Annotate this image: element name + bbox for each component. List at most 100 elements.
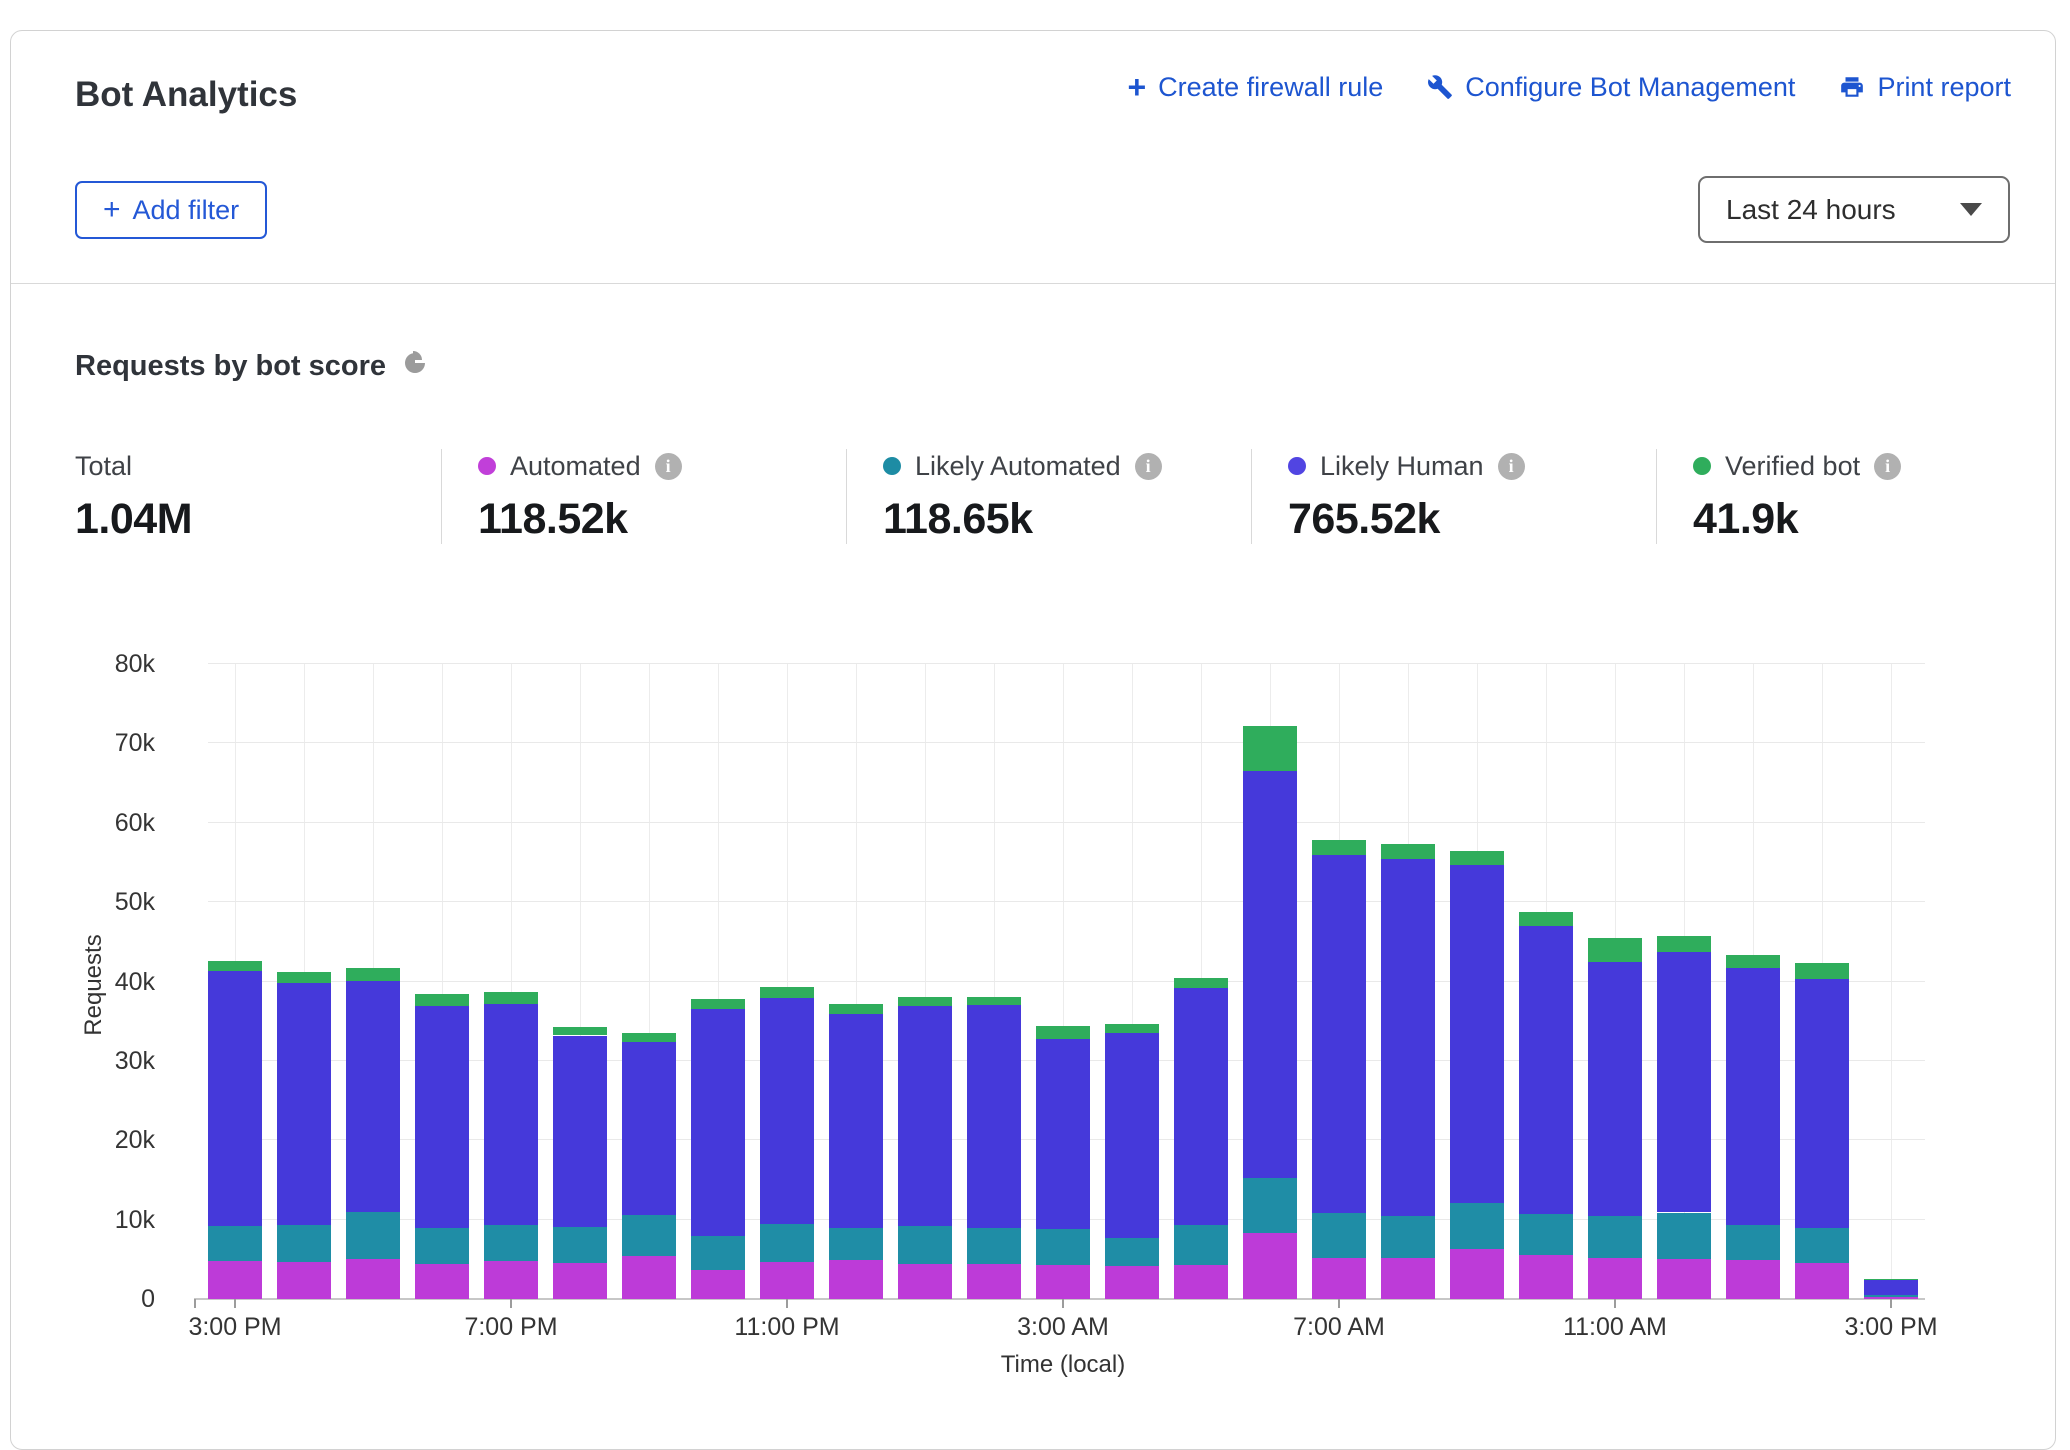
bar-segment-likely-human[interactable] xyxy=(1726,968,1780,1225)
bar-segment-likely-automated[interactable] xyxy=(1036,1229,1090,1265)
bar-segment-automated[interactable] xyxy=(1450,1249,1504,1299)
bar-segment-automated[interactable] xyxy=(1381,1258,1435,1299)
bar-segment-likely-human[interactable] xyxy=(415,1006,469,1227)
bar-segment-automated[interactable] xyxy=(1312,1258,1366,1299)
bar-segment-verified-bot[interactable] xyxy=(1657,936,1711,952)
bar-segment-verified-bot[interactable] xyxy=(1450,851,1504,865)
bar-segment-likely-human[interactable] xyxy=(1243,771,1297,1177)
bar-segment-likely-human[interactable] xyxy=(622,1042,676,1215)
bar-segment-automated[interactable] xyxy=(829,1260,883,1299)
bar-segment-likely-human[interactable] xyxy=(484,1004,538,1225)
bar-segment-verified-bot[interactable] xyxy=(1243,726,1297,771)
bar-segment-automated[interactable] xyxy=(1726,1260,1780,1299)
bar-segment-verified-bot[interactable] xyxy=(415,994,469,1006)
bar-segment-automated[interactable] xyxy=(1243,1233,1297,1299)
bar-segment-likely-automated[interactable] xyxy=(208,1226,262,1261)
bar-segment-likely-human[interactable] xyxy=(346,981,400,1212)
bar-segment-verified-bot[interactable] xyxy=(1864,1279,1918,1280)
bar-segment-likely-automated[interactable] xyxy=(1312,1213,1366,1257)
bar-segment-verified-bot[interactable] xyxy=(277,972,331,983)
bar-segment-automated[interactable] xyxy=(622,1256,676,1299)
bar-segment-verified-bot[interactable] xyxy=(622,1033,676,1042)
bar-segment-automated[interactable] xyxy=(277,1262,331,1299)
bar-segment-automated[interactable] xyxy=(415,1264,469,1299)
bar-segment-verified-bot[interactable] xyxy=(829,1004,883,1014)
bar-segment-likely-automated[interactable] xyxy=(760,1224,814,1261)
bar-segment-verified-bot[interactable] xyxy=(967,997,1021,1005)
bar-segment-likely-human[interactable] xyxy=(691,1009,745,1236)
info-icon[interactable]: i xyxy=(655,453,682,480)
bar-segment-likely-automated[interactable] xyxy=(622,1215,676,1256)
bar-segment-likely-automated[interactable] xyxy=(1450,1203,1504,1249)
bar-segment-likely-automated[interactable] xyxy=(1864,1295,1918,1297)
bar-segment-likely-automated[interactable] xyxy=(553,1227,607,1264)
bar-segment-automated[interactable] xyxy=(553,1263,607,1299)
bar-segment-likely-human[interactable] xyxy=(1657,952,1711,1212)
print-report-link[interactable]: Print report xyxy=(1839,72,2011,103)
bar-segment-likely-automated[interactable] xyxy=(967,1228,1021,1264)
bar-segment-automated[interactable] xyxy=(967,1264,1021,1299)
bar-segment-likely-human[interactable] xyxy=(208,971,262,1226)
bar-segment-likely-human[interactable] xyxy=(1174,988,1228,1225)
bar-segment-likely-automated[interactable] xyxy=(1588,1216,1642,1258)
bar-segment-automated[interactable] xyxy=(208,1261,262,1299)
bar-segment-automated[interactable] xyxy=(1174,1265,1228,1299)
info-icon[interactable]: i xyxy=(1874,453,1901,480)
bar-segment-verified-bot[interactable] xyxy=(1174,978,1228,988)
bar-segment-verified-bot[interactable] xyxy=(1381,844,1435,859)
bar-segment-likely-automated[interactable] xyxy=(898,1226,952,1264)
bar-segment-likely-automated[interactable] xyxy=(346,1212,400,1259)
bar-segment-likely-automated[interactable] xyxy=(1174,1225,1228,1265)
bar-segment-likely-automated[interactable] xyxy=(1381,1216,1435,1257)
bar-segment-likely-human[interactable] xyxy=(1450,865,1504,1203)
bar-segment-likely-automated[interactable] xyxy=(829,1228,883,1261)
time-range-select[interactable]: Last 24 hours xyxy=(1698,176,2010,243)
bar-segment-likely-human[interactable] xyxy=(1036,1039,1090,1229)
bar-segment-likely-automated[interactable] xyxy=(1657,1213,1711,1259)
bar-segment-likely-human[interactable] xyxy=(967,1005,1021,1228)
bar-segment-verified-bot[interactable] xyxy=(691,999,745,1009)
bar-segment-automated[interactable] xyxy=(1795,1263,1849,1299)
bar-segment-likely-automated[interactable] xyxy=(415,1228,469,1265)
bar-segment-likely-human[interactable] xyxy=(1105,1033,1159,1238)
bar-segment-verified-bot[interactable] xyxy=(1795,963,1849,979)
bar-segment-likely-automated[interactable] xyxy=(277,1225,331,1262)
bar-segment-automated[interactable] xyxy=(1657,1259,1711,1299)
bar-segment-likely-automated[interactable] xyxy=(1243,1178,1297,1234)
bar-segment-likely-human[interactable] xyxy=(1588,962,1642,1216)
bar-segment-likely-automated[interactable] xyxy=(484,1225,538,1261)
bar-segment-likely-human[interactable] xyxy=(760,998,814,1224)
bar-segment-likely-human[interactable] xyxy=(553,1036,607,1227)
bar-segment-verified-bot[interactable] xyxy=(208,961,262,971)
bar-segment-automated[interactable] xyxy=(1588,1258,1642,1299)
bar-segment-automated[interactable] xyxy=(1036,1265,1090,1299)
bar-segment-likely-human[interactable] xyxy=(1864,1280,1918,1295)
info-icon[interactable]: i xyxy=(1135,453,1162,480)
bar-segment-verified-bot[interactable] xyxy=(1036,1026,1090,1039)
bar-segment-verified-bot[interactable] xyxy=(1519,912,1573,926)
bar-segment-likely-automated[interactable] xyxy=(1795,1228,1849,1264)
bar-segment-verified-bot[interactable] xyxy=(1588,938,1642,962)
bar-segment-automated[interactable] xyxy=(346,1259,400,1299)
bar-segment-verified-bot[interactable] xyxy=(760,987,814,998)
bar-segment-automated[interactable] xyxy=(484,1261,538,1299)
bar-segment-likely-human[interactable] xyxy=(1519,926,1573,1214)
bar-segment-likely-human[interactable] xyxy=(829,1014,883,1228)
bar-segment-likely-human[interactable] xyxy=(277,983,331,1225)
bar-segment-verified-bot[interactable] xyxy=(1312,840,1366,854)
bar-segment-likely-human[interactable] xyxy=(898,1006,952,1226)
bar-segment-likely-automated[interactable] xyxy=(691,1236,745,1269)
bar-segment-likely-human[interactable] xyxy=(1381,859,1435,1216)
configure-bot-management-link[interactable]: Configure Bot Management xyxy=(1427,72,1795,103)
bar-segment-likely-human[interactable] xyxy=(1312,855,1366,1214)
bar-segment-likely-human[interactable] xyxy=(1795,979,1849,1227)
bar-segment-verified-bot[interactable] xyxy=(484,992,538,1004)
bar-segment-verified-bot[interactable] xyxy=(898,997,952,1006)
bar-segment-verified-bot[interactable] xyxy=(553,1027,607,1036)
bar-segment-verified-bot[interactable] xyxy=(1726,955,1780,968)
bar-segment-likely-automated[interactable] xyxy=(1519,1214,1573,1255)
bar-segment-automated[interactable] xyxy=(1105,1266,1159,1299)
bar-segment-verified-bot[interactable] xyxy=(1105,1024,1159,1034)
create-firewall-rule-link[interactable]: + Create firewall rule xyxy=(1127,71,1383,103)
bar-segment-automated[interactable] xyxy=(760,1262,814,1299)
